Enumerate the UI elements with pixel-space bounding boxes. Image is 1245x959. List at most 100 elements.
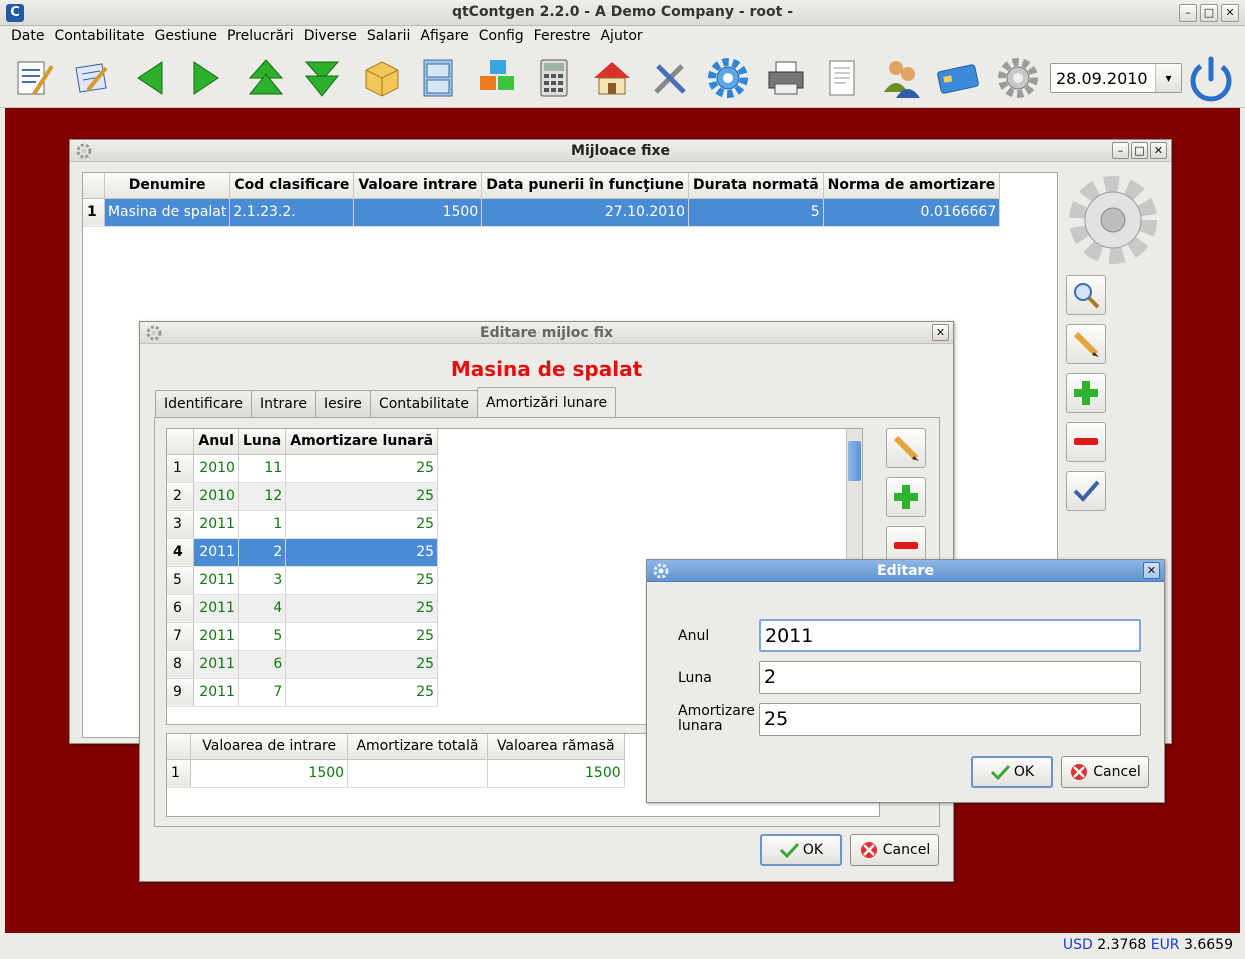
col-header[interactable]: Anul bbox=[193, 429, 239, 455]
cancel-button[interactable]: Cancel bbox=[850, 834, 939, 866]
confirm-button[interactable] bbox=[1066, 471, 1106, 511]
date-select[interactable]: 28.09.2010 ▾ bbox=[1050, 63, 1182, 93]
minimize-button[interactable]: – bbox=[1179, 4, 1197, 22]
cell-amortizare[interactable]: 25 bbox=[285, 566, 439, 595]
tab-iesire[interactable]: Iesire bbox=[314, 390, 371, 417]
chevron-down-icon[interactable]: ▾ bbox=[1155, 64, 1181, 92]
menu-ferestre[interactable]: Ferestre bbox=[529, 26, 596, 48]
gear-blue-icon[interactable] bbox=[706, 56, 750, 100]
cell-anul[interactable]: 2011 bbox=[193, 510, 239, 539]
cell-amortizare[interactable]: 25 bbox=[285, 622, 439, 651]
menu-diverse[interactable]: Diverse bbox=[299, 26, 362, 48]
maximize-button[interactable]: □ bbox=[1131, 142, 1148, 159]
amortizare-field[interactable]: 25 bbox=[759, 703, 1141, 736]
close-button[interactable]: ✕ bbox=[932, 324, 949, 341]
cell-anul[interactable]: 2011 bbox=[193, 594, 239, 623]
menu-gestiune[interactable]: Gestiune bbox=[149, 26, 222, 48]
col-header[interactable]: Durata normată bbox=[688, 173, 824, 199]
notepad-edit-icon[interactable] bbox=[68, 56, 112, 100]
anul-field[interactable]: 2011 bbox=[759, 619, 1141, 652]
menu-contabilitate[interactable]: Contabilitate bbox=[49, 26, 149, 48]
maximize-button[interactable]: □ bbox=[1200, 4, 1218, 22]
cell-anul[interactable]: 2011 bbox=[193, 678, 239, 707]
cell-amortizare[interactable]: 25 bbox=[285, 678, 439, 707]
cell-luna[interactable]: 7 bbox=[238, 678, 287, 707]
col-header[interactable]: Valoare intrare bbox=[353, 173, 483, 199]
arrow-left-icon[interactable] bbox=[128, 56, 172, 100]
add-row-button[interactable] bbox=[886, 477, 926, 517]
gear-grey-icon[interactable] bbox=[996, 56, 1040, 100]
col-header[interactable]: Amortizare totală bbox=[347, 734, 488, 760]
cell-anul[interactable]: 2011 bbox=[193, 650, 239, 679]
house-icon[interactable] bbox=[590, 56, 634, 100]
cell-amortizare[interactable]: 25 bbox=[285, 454, 439, 483]
menu-ajutor[interactable]: Ajutor bbox=[595, 26, 647, 48]
ok-button[interactable]: OK bbox=[971, 756, 1053, 788]
calculator-icon[interactable] bbox=[532, 56, 576, 100]
arrow-up-icon[interactable] bbox=[244, 56, 288, 100]
cell-luna[interactable]: 12 bbox=[238, 482, 287, 511]
table-row[interactable]: 2 2010 12 25 bbox=[167, 482, 862, 511]
cancel-button[interactable]: Cancel bbox=[1061, 756, 1149, 788]
users-icon[interactable] bbox=[880, 56, 924, 100]
arrow-right-icon[interactable] bbox=[184, 56, 228, 100]
table-row[interactable]: 1 Masina de spalat 2.1.23.2. 1500 27.10.… bbox=[83, 198, 1057, 227]
cubes-icon[interactable] bbox=[476, 56, 520, 100]
delete-button[interactable] bbox=[1066, 422, 1106, 462]
cell[interactable]: 0.0166667 bbox=[823, 198, 1001, 227]
close-button[interactable]: ✕ bbox=[1143, 562, 1160, 579]
edit-button[interactable] bbox=[1066, 324, 1106, 364]
cell[interactable]: Masina de spalat bbox=[104, 198, 231, 227]
col-header[interactable]: Data punerii în funcţiune bbox=[481, 173, 690, 199]
menu-config[interactable]: Config bbox=[474, 26, 529, 48]
minimize-button[interactable]: – bbox=[1112, 142, 1129, 159]
luna-field[interactable]: 2 bbox=[759, 661, 1141, 694]
cell-luna[interactable]: 2 bbox=[238, 538, 287, 567]
col-header[interactable]: Amortizare lunară bbox=[285, 429, 439, 455]
menu-date[interactable]: Date bbox=[6, 26, 49, 48]
cell-anul[interactable]: 2010 bbox=[193, 482, 239, 511]
col-header[interactable]: Luna bbox=[238, 429, 287, 455]
cell-amortizare[interactable]: 25 bbox=[285, 594, 439, 623]
cell-luna[interactable]: 6 bbox=[238, 650, 287, 679]
cell[interactable]: 2.1.23.2. bbox=[229, 198, 355, 227]
cell-luna[interactable]: 5 bbox=[238, 622, 287, 651]
col-header[interactable]: Norma de amortizare bbox=[823, 173, 1001, 199]
cell-luna[interactable]: 11 bbox=[238, 454, 287, 483]
cell[interactable]: 1500 bbox=[353, 198, 483, 227]
cell-valoarea-ramasa[interactable]: 1500 bbox=[487, 759, 625, 788]
ok-button[interactable]: OK bbox=[760, 834, 842, 866]
table-row[interactable]: 1 2010 11 25 bbox=[167, 454, 862, 483]
cell-luna[interactable]: 3 bbox=[238, 566, 287, 595]
cell-luna[interactable]: 1 bbox=[238, 510, 287, 539]
close-button[interactable]: ✕ bbox=[1150, 142, 1167, 159]
power-icon[interactable] bbox=[1187, 55, 1235, 103]
menu-prelucrari[interactable]: Prelucrări bbox=[222, 26, 299, 48]
cell-amortizare[interactable]: 25 bbox=[285, 538, 439, 567]
printer-icon[interactable] bbox=[764, 56, 808, 100]
col-header[interactable]: Denumire bbox=[104, 173, 231, 199]
cell-valoarea-intrare[interactable]: 1500 bbox=[190, 759, 349, 788]
add-button[interactable] bbox=[1066, 373, 1106, 413]
col-header[interactable]: Valoarea de intrare bbox=[190, 734, 349, 760]
scrollbar-thumb[interactable] bbox=[848, 441, 861, 481]
cell-luna[interactable]: 4 bbox=[238, 594, 287, 623]
tools-icon[interactable] bbox=[648, 56, 692, 100]
cabinet-icon[interactable] bbox=[416, 56, 460, 100]
cell-anul[interactable]: 2011 bbox=[193, 622, 239, 651]
tab-contabilitate[interactable]: Contabilitate bbox=[369, 390, 478, 417]
close-button[interactable]: ✕ bbox=[1221, 4, 1239, 22]
tab-identificare[interactable]: Identificare bbox=[155, 390, 253, 417]
tab-amortizari-lunare[interactable]: Amortizări lunare bbox=[476, 387, 617, 417]
cell-amortizare-totala[interactable] bbox=[347, 759, 488, 788]
cell-amortizare[interactable]: 25 bbox=[285, 650, 439, 679]
cell[interactable]: 27.10.2010 bbox=[481, 198, 690, 227]
cell-anul[interactable]: 2011 bbox=[193, 566, 239, 595]
arrow-down-icon[interactable] bbox=[300, 56, 344, 100]
col-header[interactable]: Valoarea rămasă bbox=[487, 734, 625, 760]
box-icon[interactable] bbox=[360, 56, 404, 100]
col-header[interactable]: Cod clasificare bbox=[229, 173, 355, 199]
menu-salarii[interactable]: Salarii bbox=[362, 26, 415, 48]
table-row[interactable]: 3 2011 1 25 bbox=[167, 510, 862, 539]
menu-afisare[interactable]: Afişare bbox=[415, 26, 473, 48]
